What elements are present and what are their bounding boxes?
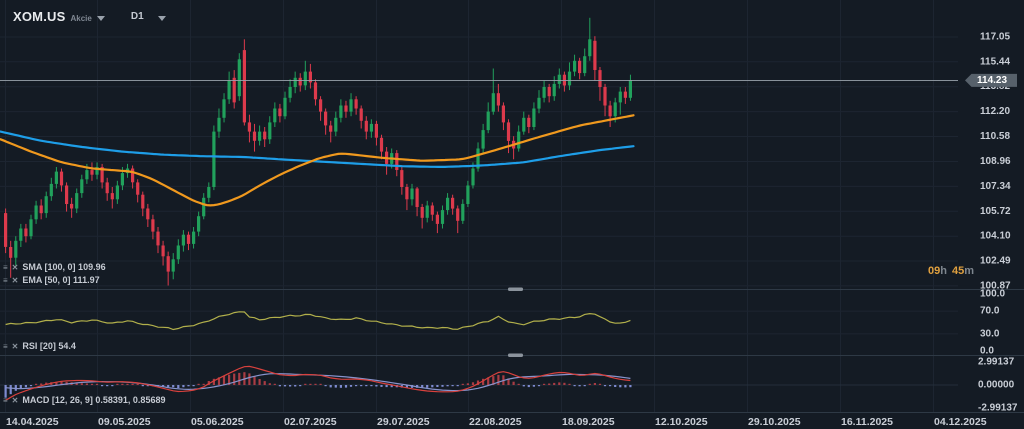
pane-resize-handle[interactable] (508, 354, 523, 358)
indicator-settings-icon[interactable]: ≡ (3, 396, 8, 405)
svg-text:105.72: 105.72 (980, 206, 1011, 217)
svg-text:05.06.2025: 05.06.2025 (191, 416, 244, 428)
svg-text:112.20: 112.20 (980, 106, 1010, 117)
svg-text:04.12.2025: 04.12.2025 (934, 416, 987, 428)
svg-text:14.04.2025: 14.04.2025 (6, 416, 59, 428)
indicator-remove-icon[interactable]: ✕ (12, 276, 19, 285)
svg-text:0.00000: 0.00000 (978, 380, 1015, 391)
macd-indicator-label: MACD [12, 26, 9] 0.58391, 0.85689 (22, 395, 165, 405)
svg-text:0.0: 0.0 (980, 346, 994, 357)
moving-averages (1, 115, 634, 205)
svg-text:110.58: 110.58 (980, 131, 1010, 142)
svg-text:22.08.2025: 22.08.2025 (469, 416, 522, 428)
svg-text:18.09.2025: 18.09.2025 (562, 416, 615, 428)
svg-text:30.0: 30.0 (980, 328, 1000, 339)
symbol-selector[interactable]: XOM.US Akcie (13, 9, 105, 24)
chevron-down-icon (158, 16, 166, 21)
svg-text:102.49: 102.49 (980, 255, 1011, 266)
rsi-indicator-label: RSI [20] 54.4 (22, 341, 76, 351)
sma-indicator-legend: ≡ ✕ SMA [100, 0] 109.96 (3, 262, 106, 272)
trading-chart-window: 117.05115.44113.82112.20110.58108.96107.… (0, 0, 1024, 429)
grid-lines (0, 0, 1024, 413)
svg-text:115.44: 115.44 (980, 56, 1010, 67)
svg-text:16.11.2025: 16.11.2025 (841, 416, 893, 428)
svg-text:29.10.2025: 29.10.2025 (748, 416, 801, 428)
indicator-settings-icon[interactable]: ≡ (3, 342, 8, 351)
svg-text:29.07.2025: 29.07.2025 (377, 416, 430, 428)
indicator-settings-icon[interactable]: ≡ (3, 263, 8, 272)
countdown-hours: 09 (928, 265, 940, 277)
sma-indicator-label: SMA [100, 0] 109.96 (22, 262, 105, 272)
indicator-settings-icon[interactable]: ≡ (3, 276, 8, 285)
current-price-tag: 114.23 (965, 74, 1017, 87)
svg-text:107.34: 107.34 (980, 181, 1011, 192)
asset-class-label: Akcie (70, 14, 91, 23)
svg-text:70.0: 70.0 (980, 306, 1000, 317)
svg-text:117.05: 117.05 (980, 32, 1010, 43)
ema-indicator-legend: ≡ ✕ EMA [50, 0] 111.97 (3, 275, 100, 285)
timeframe-selector[interactable]: D1 (131, 11, 166, 22)
macd-indicator-legend: ≡ ✕ MACD [12, 26, 9] 0.58391, 0.85689 (3, 395, 165, 405)
symbol-name: XOM.US (13, 9, 65, 24)
indicator-remove-icon[interactable]: ✕ (12, 342, 19, 351)
countdown-hours-unit: h (940, 265, 947, 277)
countdown-minutes-unit: m (964, 265, 974, 277)
svg-text:02.07.2025: 02.07.2025 (284, 416, 337, 428)
timeframe-label: D1 (131, 11, 144, 22)
svg-text:104.10: 104.10 (980, 231, 1011, 242)
rsi-indicator-legend: ≡ ✕ RSI [20] 54.4 (3, 341, 76, 351)
candles-layer (4, 18, 632, 286)
pane-resize-handle[interactable] (508, 288, 523, 292)
countdown-minutes: 45 (952, 265, 964, 277)
svg-text:09.05.2025: 09.05.2025 (98, 416, 151, 428)
time-axis-labels: 14.04.2025 09.05.2025 05.06.2025 02.07.2025… (6, 416, 987, 428)
rsi-line (6, 312, 631, 330)
ema-indicator-label: EMA [50, 0] 111.97 (22, 275, 99, 285)
svg-text:100.0: 100.0 (980, 289, 1005, 300)
svg-text:12.10.2025: 12.10.2025 (655, 416, 708, 428)
svg-text:114.23: 114.23 (977, 75, 1007, 86)
price-chart-canvas[interactable]: 117.05115.44113.82112.20110.58108.96107.… (0, 0, 1024, 429)
svg-text:2.99137: 2.99137 (978, 356, 1015, 367)
chevron-down-icon (97, 16, 105, 21)
indicator-remove-icon[interactable]: ✕ (12, 396, 19, 405)
candle-countdown: 09h 45m (928, 265, 974, 277)
chart-header: XOM.US Akcie D1 (13, 9, 166, 24)
price-axis-labels: 117.05115.44113.82112.20110.58108.96107.… (978, 32, 1018, 414)
indicator-remove-icon[interactable]: ✕ (12, 263, 19, 272)
svg-text:-2.99137: -2.99137 (978, 403, 1018, 414)
svg-text:108.96: 108.96 (980, 156, 1011, 167)
